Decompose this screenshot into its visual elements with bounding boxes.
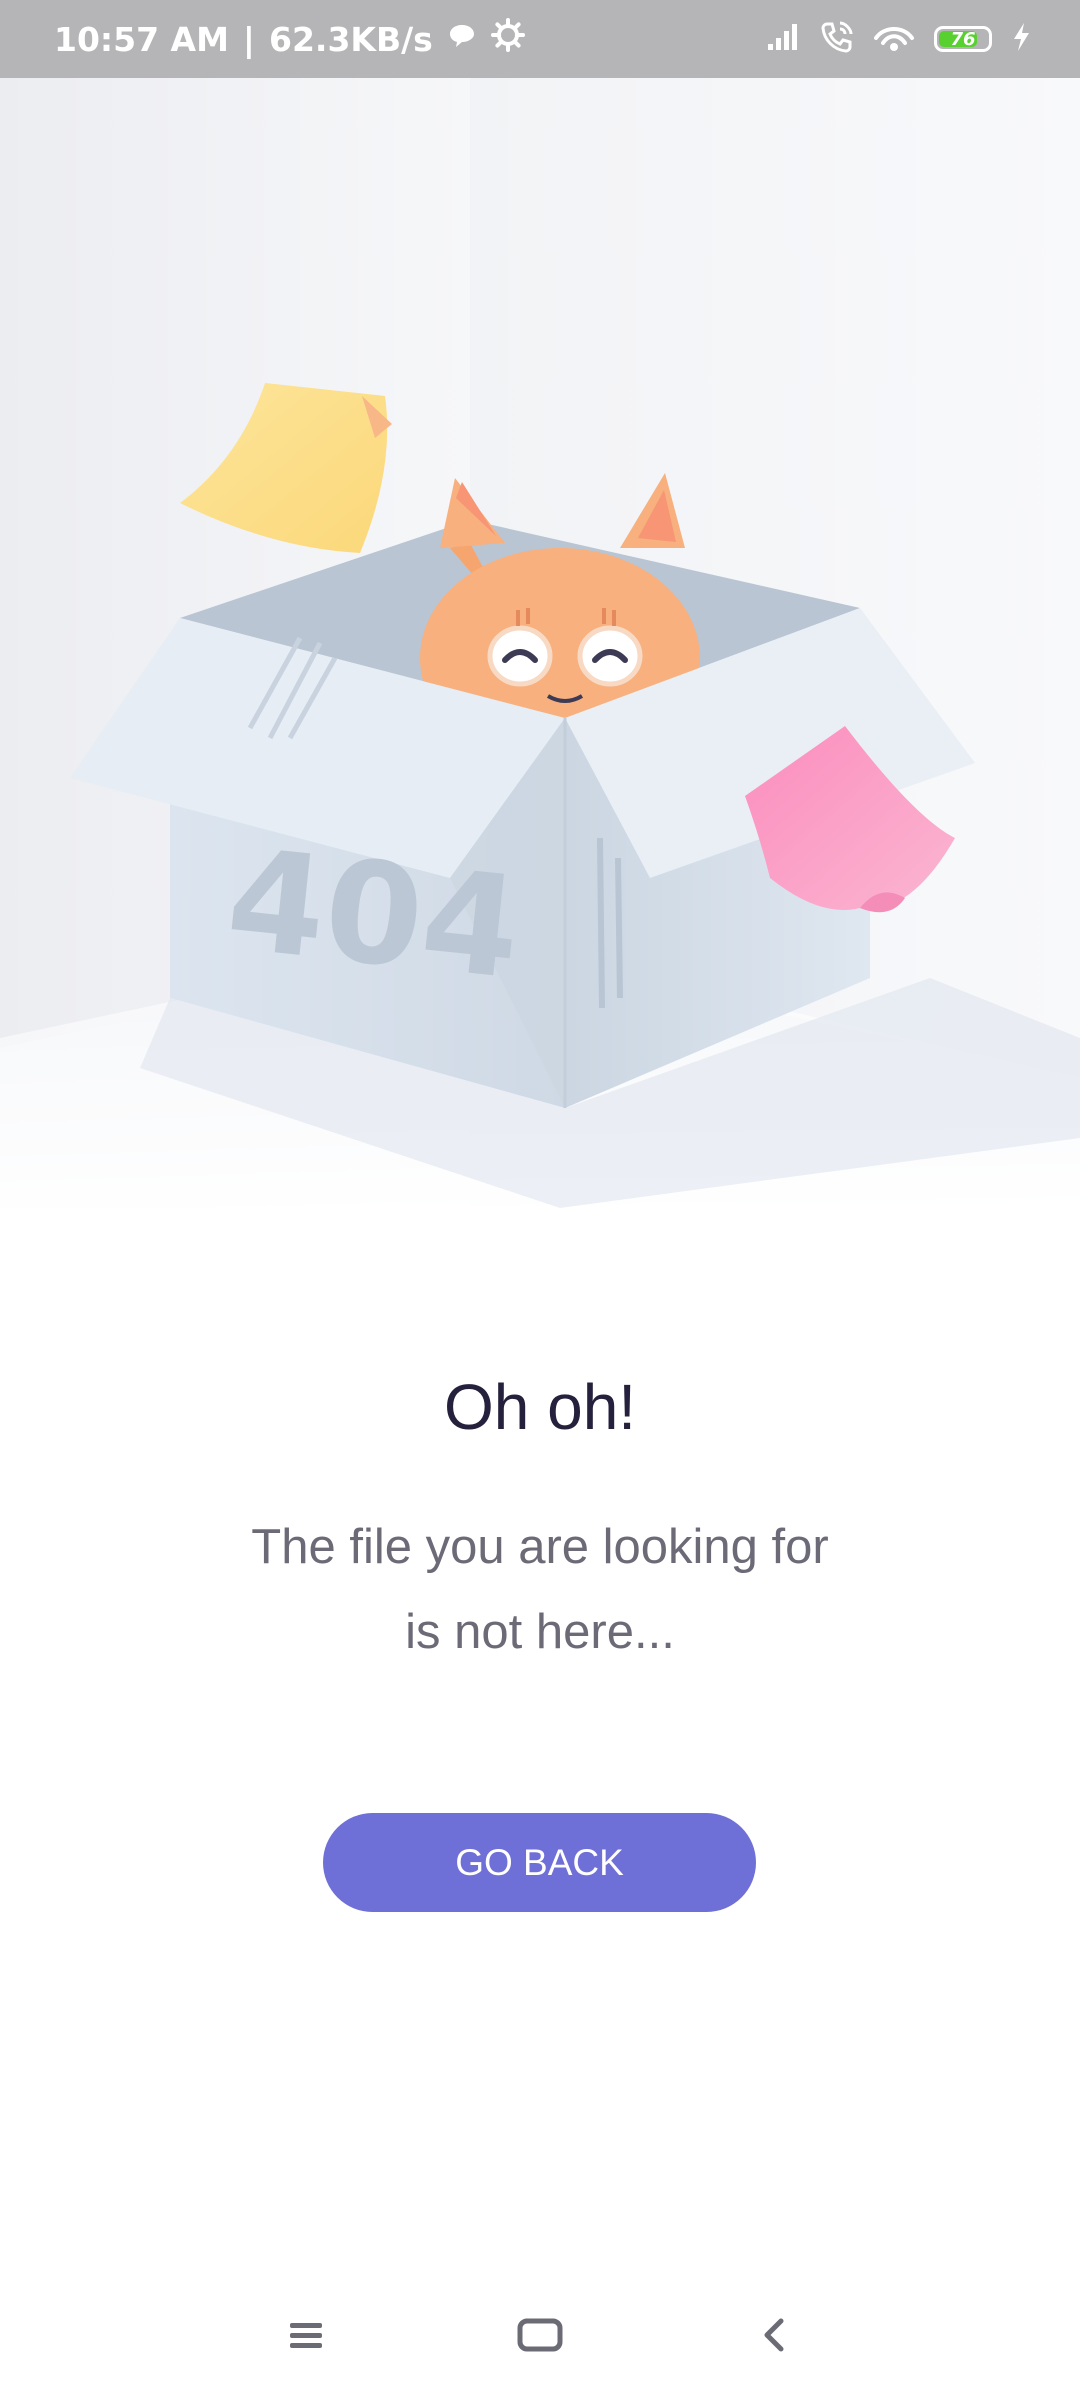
status-speed: 62.3KB/s <box>268 19 433 59</box>
box-404-text: 404 <box>220 819 528 1012</box>
status-time: 10:57 AM <box>54 19 229 59</box>
hotspot-icon <box>872 20 916 59</box>
signal-icon <box>766 22 802 57</box>
battery-icon: 76 <box>934 26 992 52</box>
error-message-line-2: is not here... <box>405 1605 675 1659</box>
error-message-line-1: The file you are looking for <box>251 1520 829 1574</box>
error-message: The file you are looking for is not here… <box>190 1505 890 1675</box>
home-icon[interactable] <box>500 2300 580 2370</box>
go-back-button[interactable]: GO BACK <box>323 1813 756 1912</box>
menu-icon[interactable] <box>266 2300 346 2370</box>
wifi-call-icon <box>820 20 854 59</box>
error-illustration: 404 <box>0 78 1080 1208</box>
back-icon[interactable] <box>734 2300 814 2370</box>
status-right: 76 <box>766 0 1032 78</box>
charging-icon <box>1010 21 1032 58</box>
error-screen: 10:57 AM | 62.3KB/s 76 404 Oh oh! The fi… <box>0 0 1080 2400</box>
error-headline: Oh oh! <box>443 1371 637 1443</box>
chat-bubble-icon <box>447 20 477 59</box>
gear-icon <box>490 18 525 60</box>
status-bar: 10:57 AM | 62.3KB/s 76 <box>0 0 1080 78</box>
navigation-bar <box>0 2280 1080 2390</box>
status-separator: | <box>242 19 255 59</box>
battery-level: 76 <box>950 28 976 50</box>
status-left: 10:57 AM | 62.3KB/s <box>54 0 525 78</box>
